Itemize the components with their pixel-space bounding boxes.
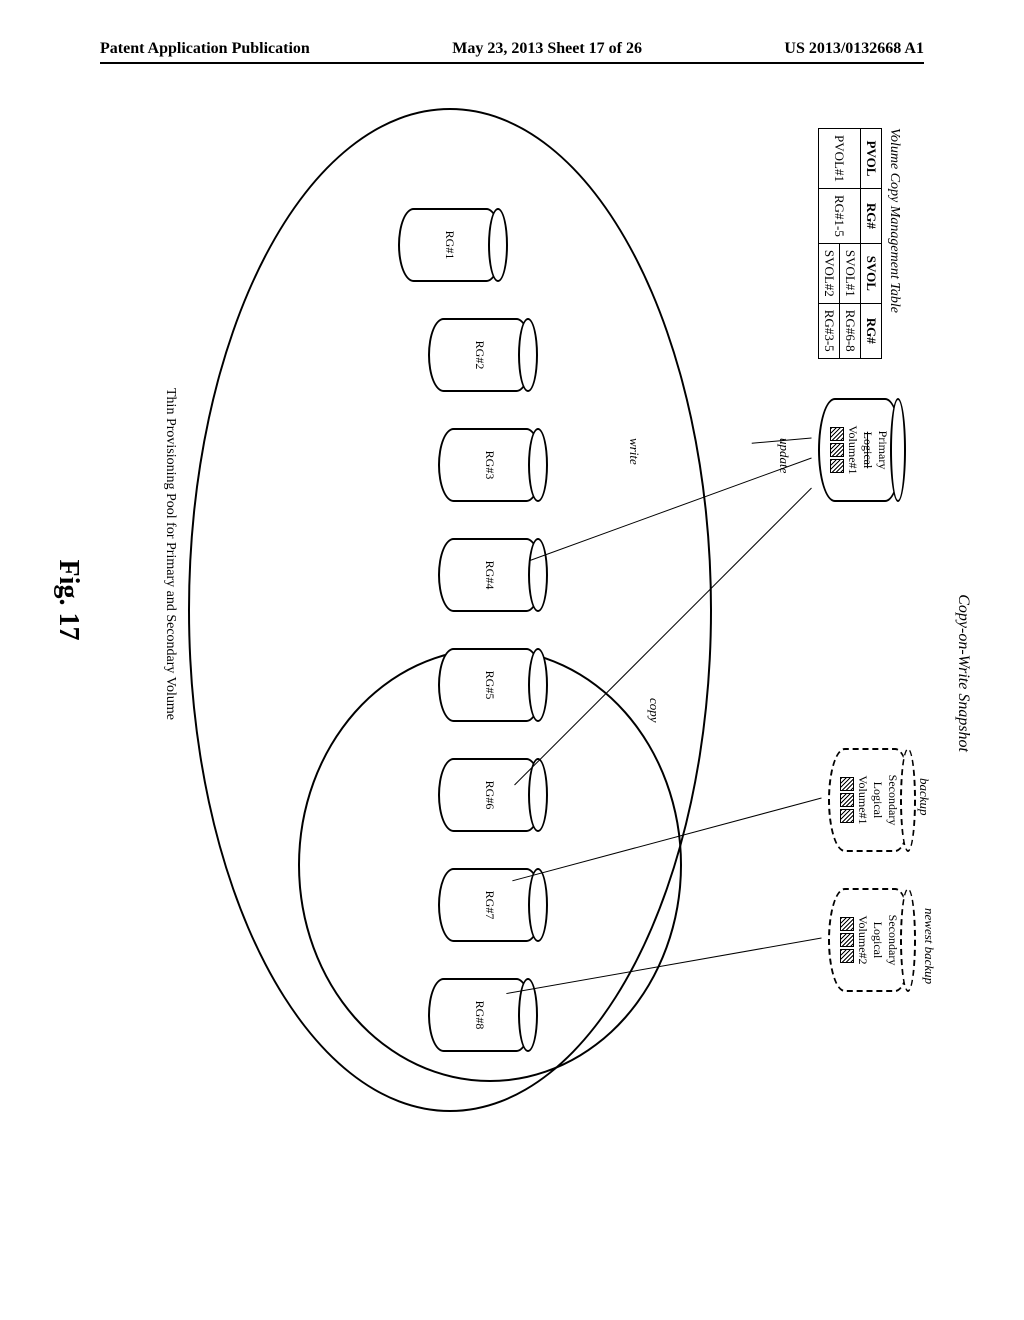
col-rg2: RG# <box>861 303 882 358</box>
raid-group-2: RG#2 <box>428 318 532 392</box>
newest-backup-label: newest backup <box>921 908 937 984</box>
col-pvol: PVOL <box>861 129 882 189</box>
raid-group-1: RG#1 <box>398 208 502 282</box>
raid-group-4: RG#4 <box>438 538 542 612</box>
primary-logical-volume: Primary Logical Volume#1 <box>818 398 902 502</box>
header-center: May 23, 2013 Sheet 17 of 26 <box>452 40 642 58</box>
header-right: US 2013/0132668 A1 <box>784 40 924 58</box>
raid-group-7: RG#7 <box>438 868 542 942</box>
raid-group-5: RG#5 <box>438 648 542 722</box>
col-svol: SVOL <box>861 243 882 303</box>
raid-group-3: RG#3 <box>438 428 542 502</box>
table-row: PVOL#1 RG#1-5 SVOL#1 RG#6-8 <box>840 129 861 359</box>
vc-table-title: Volume Copy Management Table <box>886 128 902 313</box>
figure-number: Fig. 17 <box>52 560 84 641</box>
secondary-logical-volume-1: Secondary Logical Volume#1 <box>828 748 912 852</box>
pool-label: Thin Provisioning Pool for Primary and S… <box>162 388 178 720</box>
header-left: Patent Application Publication <box>100 40 310 58</box>
col-rg1: RG# <box>861 188 882 243</box>
table-header-row: PVOL RG# SVOL RG# <box>861 129 882 359</box>
raid-group-6: RG#6 <box>438 758 542 832</box>
snapshot-title: Copy-on-Write Snapshot <box>954 594 972 752</box>
figure-17: Copy-on-Write Snapshot Volume Copy Manag… <box>62 188 962 1012</box>
backup-label: backup <box>916 778 932 816</box>
secondary-logical-volume-2: Secondary Logical Volume#2 <box>828 888 912 992</box>
raid-group-8: RG#8 <box>428 978 532 1052</box>
page-header: Patent Application Publication May 23, 2… <box>100 40 924 64</box>
volume-copy-management-table: PVOL RG# SVOL RG# PVOL#1 RG#1-5 SVOL#1 R… <box>818 128 882 359</box>
